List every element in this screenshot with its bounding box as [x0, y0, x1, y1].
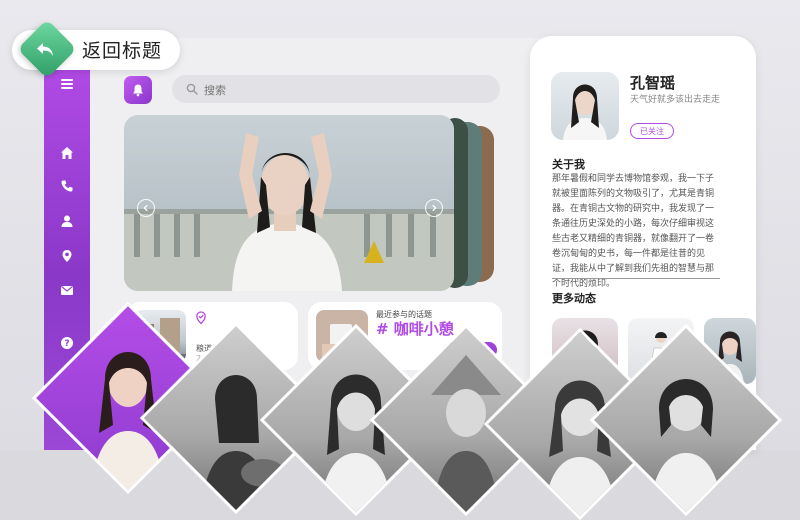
home-icon[interactable]	[44, 142, 90, 164]
more-updates-heading: 更多动态	[552, 292, 596, 305]
about-text: 那年暑假和同学去博物馆参观，我一下子就被里面陈列的文物吸引了，尤其是青铜器。在青…	[552, 174, 715, 289]
search-input[interactable]	[202, 80, 486, 100]
chevron-right-icon	[432, 204, 437, 212]
search-icon	[186, 83, 198, 95]
profile-avatar[interactable]	[551, 72, 619, 140]
bell-icon	[133, 84, 143, 97]
mail-icon[interactable]	[44, 279, 90, 301]
user-icon[interactable]	[44, 210, 90, 232]
back-title: 返回标题	[82, 40, 163, 62]
divider	[552, 278, 720, 279]
location-pin-icon	[196, 311, 206, 325]
svg-text:?: ?	[64, 339, 69, 349]
phone-icon[interactable]	[44, 175, 90, 197]
carousel-prev-button[interactable]	[137, 199, 155, 217]
menu-icon[interactable]	[44, 73, 90, 95]
location-icon[interactable]	[44, 245, 90, 267]
hero-photo	[124, 133, 454, 291]
profile-tagline: 天气好就多该出去走走	[630, 95, 721, 105]
carousel-next-button[interactable]	[425, 199, 443, 217]
hero-image[interactable]	[124, 115, 454, 291]
chevron-left-icon	[143, 204, 148, 212]
follow-button[interactable]: 已关注	[630, 123, 674, 139]
notification-button[interactable]	[124, 76, 152, 104]
profile-name: 孔智瑶	[630, 74, 676, 92]
about-heading: 关于我	[552, 158, 585, 171]
back-arrow-icon[interactable]	[33, 36, 61, 64]
topic-title[interactable]: # 咖啡小憩	[376, 318, 454, 339]
